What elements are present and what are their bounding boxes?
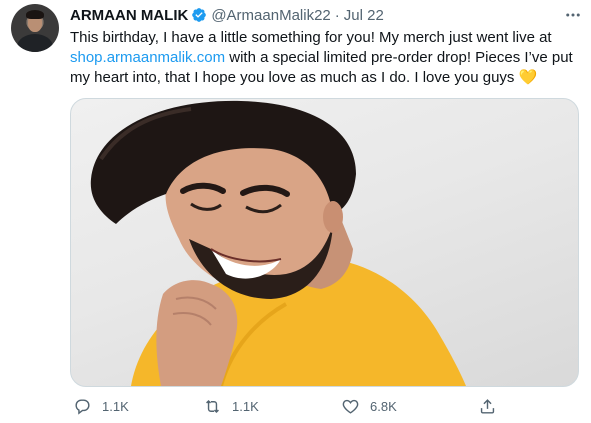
share-button[interactable]: [478, 394, 507, 418]
tweet-date[interactable]: Jul 22: [344, 7, 384, 24]
merch-link[interactable]: shop.armaanmalik.com: [70, 49, 225, 66]
tweet-header: ARMAAN MALIK @ArmaanMalik22 · Jul 22: [70, 5, 384, 25]
tweet-text: This birthday, I have a little something…: [70, 28, 582, 88]
tweet-actions: 1.1K 1.1K 6.8K: [70, 394, 510, 418]
separator-dot: ·: [334, 6, 340, 24]
retweet-icon: [206, 399, 219, 413]
author-name[interactable]: ARMAAN MALIK: [70, 7, 188, 24]
more-options-icon[interactable]: [562, 4, 584, 26]
photo-illustration: [90, 100, 466, 386]
author-handle[interactable]: @ArmaanMalik22: [211, 7, 330, 24]
retweet-button[interactable]: 1.1K: [203, 394, 259, 418]
verified-badge-icon: [192, 8, 207, 22]
heart-icon: [342, 399, 359, 414]
tweet-text-part1: This birthday, I have a little something…: [70, 29, 552, 46]
tweet-photo[interactable]: [70, 98, 579, 387]
reply-count: 1.1K: [102, 398, 129, 414]
retweet-count: 1.1K: [232, 398, 259, 414]
reply-button[interactable]: 1.1K: [73, 394, 129, 418]
tweet[interactable]: ARMAAN MALIK @ArmaanMalik22 · Jul 22 Thi…: [0, 0, 591, 423]
reply-icon: [75, 398, 90, 415]
yellow-heart-emoji: 💛: [518, 69, 538, 86]
share-icon: [480, 398, 495, 414]
like-count: 6.8K: [370, 398, 397, 414]
avatar[interactable]: [11, 4, 59, 52]
like-button[interactable]: 6.8K: [341, 394, 397, 418]
